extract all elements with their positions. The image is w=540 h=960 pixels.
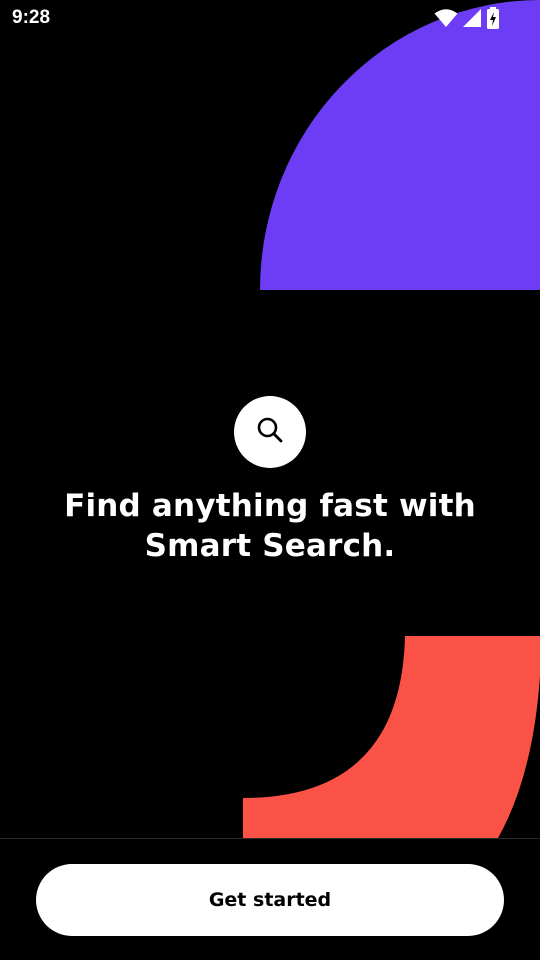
status-icons — [434, 7, 500, 29]
bottom-divider — [0, 838, 540, 839]
battery-charging-icon — [486, 7, 500, 29]
onboarding-hero: Find anything fast with Smart Search. — [0, 396, 540, 566]
status-bar: 9:28 — [0, 0, 540, 36]
cellular-signal-icon — [462, 8, 482, 28]
decorative-purple-quarter-circle — [260, 0, 540, 290]
search-badge — [234, 396, 306, 468]
wifi-icon — [434, 8, 458, 28]
onboarding-title: Find anything fast with Smart Search. — [64, 488, 476, 564]
get-started-button[interactable]: Get started — [36, 864, 504, 936]
status-time: 9:28 — [12, 7, 51, 28]
decorative-red-arc-shape — [243, 636, 540, 838]
search-icon — [255, 415, 285, 449]
